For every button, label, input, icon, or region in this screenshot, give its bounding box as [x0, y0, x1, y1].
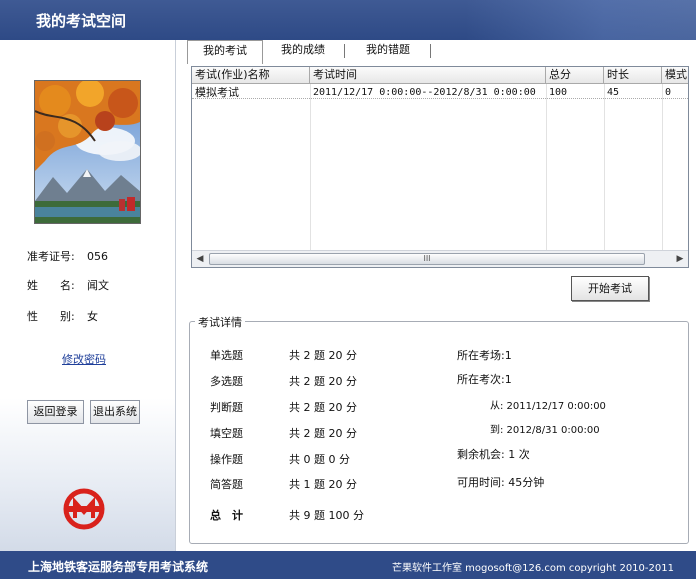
back-to-login-button[interactable]: 返回登录: [27, 400, 84, 424]
sidebar: 准考证号: 056 姓 名: 闻文 性 别: 女 修改密码 返回登录 退出系统: [0, 40, 176, 551]
avatar-photo: [34, 80, 141, 224]
tab-strip: 我的考试 我的成绩 我的错题: [183, 40, 693, 64]
column-header-time[interactable]: 考试时间: [310, 67, 546, 84]
cell-mode: 0: [665, 87, 672, 98]
available-time: 可用时间: 45分钟: [457, 476, 545, 489]
system-name: 上海地铁客运服务部专用考试系统: [28, 560, 209, 574]
scroll-left-arrow-icon[interactable]: ◀: [192, 251, 208, 267]
detail-type-summary: 共 2 题 20 分: [289, 427, 357, 440]
detail-type-label: 操作题: [210, 453, 243, 466]
title-bar-shine: [466, 0, 696, 40]
tab-divider: [344, 44, 345, 58]
grid-column-line: [546, 84, 547, 250]
gender-label: 性 别:: [27, 310, 75, 323]
copyright-text: 芒果软件工作室 mogosoft@126.com copyright 2010-…: [392, 563, 674, 574]
detail-total-label: 总 计: [210, 509, 243, 522]
tab-my-scores[interactable]: 我的成绩: [273, 40, 333, 62]
detail-type-summary: 共 1 题 20 分: [289, 478, 357, 491]
exam-id-value: 056: [87, 250, 108, 263]
cell-total-score: 100: [549, 87, 568, 98]
cell-exam-name: 模拟考试: [195, 86, 239, 99]
detail-type-summary: 共 2 题 20 分: [289, 375, 357, 388]
detail-total-summary: 共 9 题 100 分: [289, 509, 364, 522]
column-header-score[interactable]: 总分: [546, 67, 604, 84]
column-header-duration[interactable]: 时长: [604, 67, 662, 84]
change-password-link[interactable]: 修改密码: [62, 351, 106, 367]
cell-exam-time: 2011/12/17 0:00:00--2012/8/31 0:00:00: [313, 87, 536, 98]
metro-logo-icon: [63, 488, 105, 530]
gender-value: 女: [87, 310, 98, 323]
tab-my-mistakes[interactable]: 我的错题: [358, 40, 418, 62]
exam-room: 所在考场:1: [457, 349, 512, 362]
detail-type-label: 单选题: [210, 349, 243, 362]
status-footer: 上海地铁客运服务部专用考试系统 芒果软件工作室 mogosoft@126.com…: [0, 551, 696, 579]
tab-divider: [430, 44, 431, 58]
scroll-right-arrow-icon[interactable]: ▶: [672, 251, 688, 267]
detail-type-summary: 共 0 题 0 分: [289, 453, 350, 466]
tab-my-exams[interactable]: 我的考试: [187, 40, 263, 64]
detail-type-label: 判断题: [210, 401, 243, 414]
exam-details-group: [189, 321, 689, 544]
start-exam-button[interactable]: 开始考试: [571, 276, 649, 301]
detail-type-summary: 共 2 题 20 分: [289, 401, 357, 414]
name-label: 姓 名:: [27, 279, 75, 292]
exit-system-button[interactable]: 退出系统: [90, 400, 140, 424]
grid-column-line: [604, 84, 605, 250]
exam-end-time: 到: 2012/8/31 0:00:00: [490, 425, 600, 436]
exam-session: 所在考次:1: [457, 373, 512, 386]
window-title: 我的考试空间: [36, 12, 127, 30]
name-row: 姓 名: 闻文: [27, 277, 109, 293]
scrollbar-thumb[interactable]: III: [209, 253, 645, 265]
column-header-mode[interactable]: 模式: [662, 67, 688, 84]
grid-header: 考试(作业)名称 考试时间 总分 时长 模式: [192, 67, 688, 84]
exam-start-time: 从: 2011/12/17 0:00:00: [490, 401, 606, 412]
detail-type-summary: 共 2 题 20 分: [289, 349, 357, 362]
title-bar: 我的考试空间: [0, 0, 696, 40]
grid-column-line: [662, 84, 663, 250]
exam-details-legend: 考试详情: [195, 314, 245, 330]
detail-type-label: 填空题: [210, 427, 243, 440]
exam-list-grid[interactable]: 考试(作业)名称 考试时间 总分 时长 模式 模拟考试 2011/12/17 0…: [191, 66, 689, 268]
grid-column-line: [310, 84, 311, 250]
detail-type-label: 多选题: [210, 375, 243, 388]
horizontal-scrollbar[interactable]: ◀ III ▶: [192, 250, 688, 267]
exam-id-row: 准考证号: 056: [27, 248, 108, 264]
cell-duration: 45: [607, 87, 620, 98]
column-header-name[interactable]: 考试(作业)名称: [192, 67, 310, 84]
detail-type-label: 简答题: [210, 478, 243, 491]
name-value: 闻文: [87, 279, 109, 292]
remaining-chances: 剩余机会: 1 次: [457, 448, 530, 461]
gender-row: 性 别: 女: [27, 308, 98, 324]
exam-id-label: 准考证号:: [27, 250, 75, 263]
